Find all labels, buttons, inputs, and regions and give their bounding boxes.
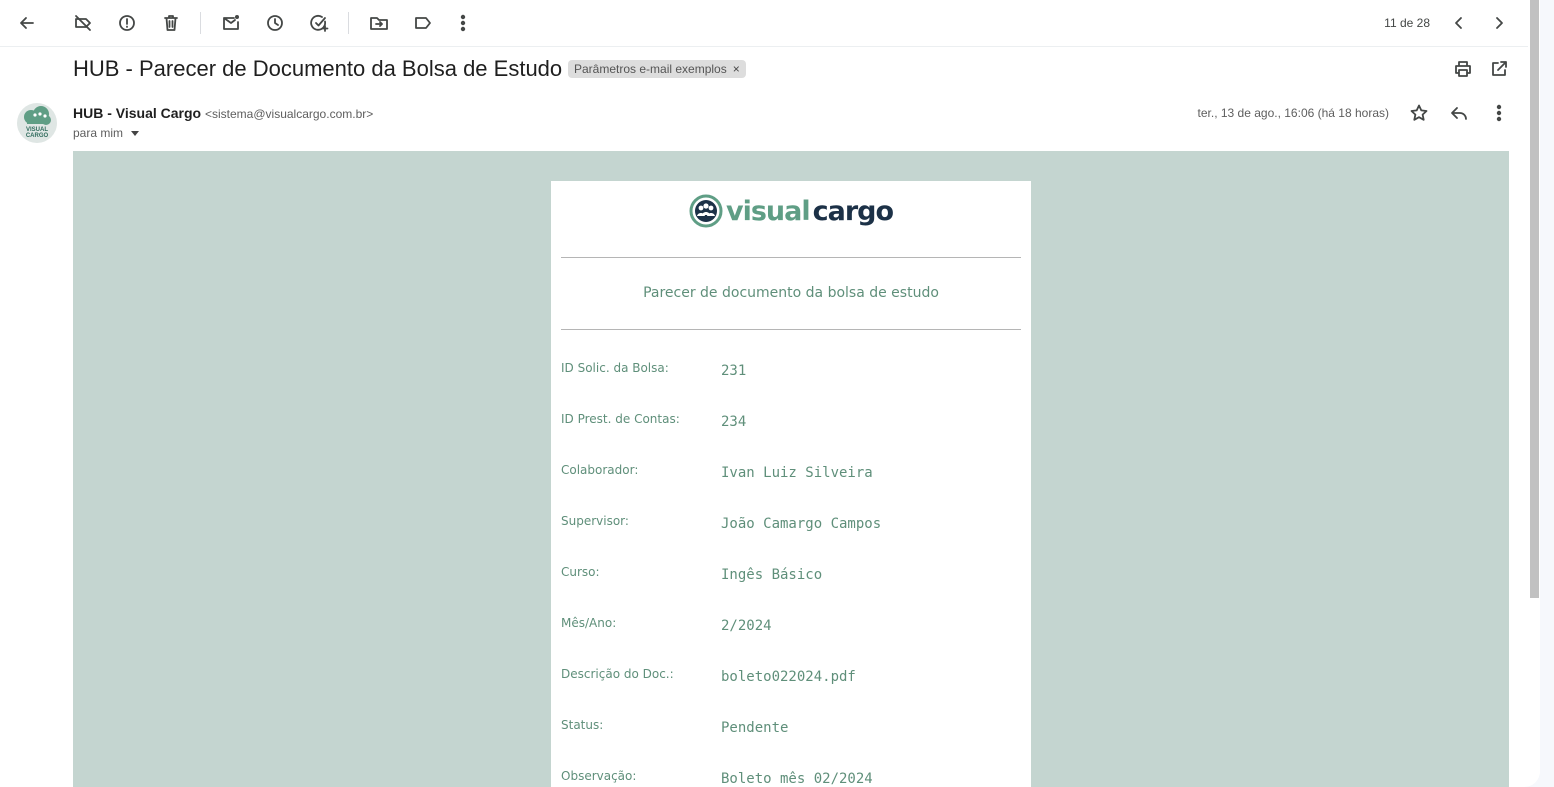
recipient-text: para mim	[73, 126, 124, 140]
toolbar-divider	[348, 12, 349, 34]
outer-margin	[1540, 0, 1554, 787]
vertical-scrollbar[interactable]	[1528, 0, 1540, 787]
remove-label-button[interactable]	[63, 3, 103, 43]
scrollbar-thumb[interactable]	[1530, 0, 1539, 598]
field-value-id-prest: 234	[721, 414, 747, 430]
remove-label-icon[interactable]: ×	[733, 62, 740, 76]
label-chip-text: Parâmetros e-mail exemplos	[574, 62, 727, 76]
mark-unread-icon	[223, 15, 239, 30]
chevron-right-icon	[1496, 17, 1503, 29]
field-label-status: Status:	[561, 718, 604, 732]
label-icon	[415, 17, 431, 29]
email-subject: HUB - Parecer de Documento da Bolsa de E…	[73, 56, 563, 81]
back-arrow-icon	[20, 17, 34, 29]
sender-name[interactable]: HUB - Visual Cargo	[73, 105, 201, 121]
email-body-background: visual cargo Parecer de documento da bol…	[73, 151, 1509, 787]
email-view-panel: 11 de 28 HUB - Parecer de Documento da B…	[0, 0, 1540, 787]
email-card: visual cargo Parecer de documento da bol…	[551, 181, 1031, 787]
add-task-icon	[310, 14, 329, 32]
label-chip[interactable]: Parâmetros e-mail exemplos ×	[568, 60, 746, 78]
delete-button[interactable]	[151, 3, 191, 43]
report-spam-icon	[119, 15, 135, 31]
field-label-id-prest: ID Prest. de Contas:	[561, 412, 680, 426]
field-row: Colaborador: Ivan Luiz Silveira	[561, 463, 1021, 489]
more-vert-icon	[460, 14, 466, 32]
field-row: Descrição do Doc.: boleto022024.pdf	[561, 667, 1021, 693]
field-label-supervisor: Supervisor:	[561, 514, 629, 528]
bottom-divider	[561, 329, 1021, 330]
field-row: ID Solic. da Bolsa: 231	[561, 361, 1021, 387]
field-row: Supervisor: João Camargo Campos	[561, 514, 1021, 540]
trash-icon	[164, 15, 178, 31]
chevron-left-icon	[1455, 17, 1462, 29]
field-label-curso: Curso:	[561, 565, 600, 579]
caret-down-icon	[131, 130, 140, 136]
clock-icon	[267, 15, 283, 31]
people-logo-icon	[689, 194, 723, 228]
top-divider	[561, 257, 1021, 258]
star-icon	[1410, 104, 1428, 121]
field-label-observacao: Observação:	[561, 769, 637, 783]
toolbar-divider	[200, 12, 201, 34]
open-in-new-icon	[1492, 61, 1507, 76]
open-new-window-button[interactable]	[1479, 49, 1519, 89]
back-button[interactable]	[7, 3, 47, 43]
mark-unread-button[interactable]	[211, 3, 251, 43]
logo-text-cargo: cargo	[812, 195, 894, 227]
email-date: ter., 13 de ago., 16:06 (há 18 horas)	[1197, 106, 1389, 120]
field-row: Mês/Ano: 2/2024	[561, 616, 1021, 642]
field-label-id-solic: ID Solic. da Bolsa:	[561, 361, 669, 375]
email-toolbar: 11 de 28	[0, 0, 1540, 47]
field-value-observacao: Boleto mês 02/2024	[721, 771, 873, 787]
field-row: Observação: Boleto mês 02/2024	[561, 769, 1021, 787]
reply-button[interactable]	[1439, 93, 1479, 133]
report-spam-button[interactable]	[107, 3, 147, 43]
field-label-descricao: Descrição do Doc.:	[561, 667, 674, 681]
more-actions-button[interactable]	[443, 3, 483, 43]
snooze-button[interactable]	[255, 3, 295, 43]
sender-avatar[interactable]: VISUAL CARGO	[17, 103, 57, 143]
avatar-text-line-2: CARGO	[25, 133, 49, 139]
card-title: Parecer de documento da bolsa de estudo	[643, 285, 939, 301]
older-button[interactable]	[1479, 3, 1519, 43]
print-all-button[interactable]	[1443, 49, 1483, 89]
field-value-id-solic: 231	[721, 363, 747, 379]
folder-move-icon	[370, 17, 388, 30]
field-row: Status: Pendente	[561, 718, 1021, 744]
labels-button[interactable]	[403, 3, 443, 43]
field-label-mes-ano: Mês/Ano:	[561, 616, 617, 630]
avatar-text: VISUAL CARGO	[17, 127, 57, 139]
field-label-colaborador: Colaborador:	[561, 463, 639, 477]
message-more-button[interactable]	[1479, 93, 1519, 133]
field-value-mes-ano: 2/2024	[721, 618, 772, 634]
pager-text: 11 de 28	[1384, 16, 1430, 30]
newer-button[interactable]	[1439, 3, 1479, 43]
reply-icon	[1451, 107, 1467, 120]
more-vert-icon	[1496, 104, 1502, 122]
field-value-colaborador: Ivan Luiz Silveira	[721, 465, 873, 481]
move-to-button[interactable]	[359, 3, 399, 43]
sender-email: <sistema@visualcargo.com.br>	[205, 107, 374, 121]
print-icon	[1455, 61, 1471, 77]
field-value-supervisor: João Camargo Campos	[721, 516, 882, 532]
field-value-status: Pendente	[721, 720, 789, 736]
visual-cargo-logo: visual cargo	[551, 191, 1031, 231]
field-row: Curso: Ingês Básico	[561, 565, 1021, 591]
field-value-descricao: boleto022024.pdf	[721, 669, 856, 685]
label-off-icon	[75, 15, 91, 31]
star-button[interactable]	[1399, 93, 1439, 133]
add-to-tasks-button[interactable]	[299, 3, 339, 43]
field-value-curso: Ingês Básico	[721, 567, 823, 583]
field-row: ID Prest. de Contas: 234	[561, 412, 1021, 438]
logo-text-visual: visual	[725, 195, 811, 227]
recipient-details-toggle[interactable]: para mim	[73, 126, 140, 140]
